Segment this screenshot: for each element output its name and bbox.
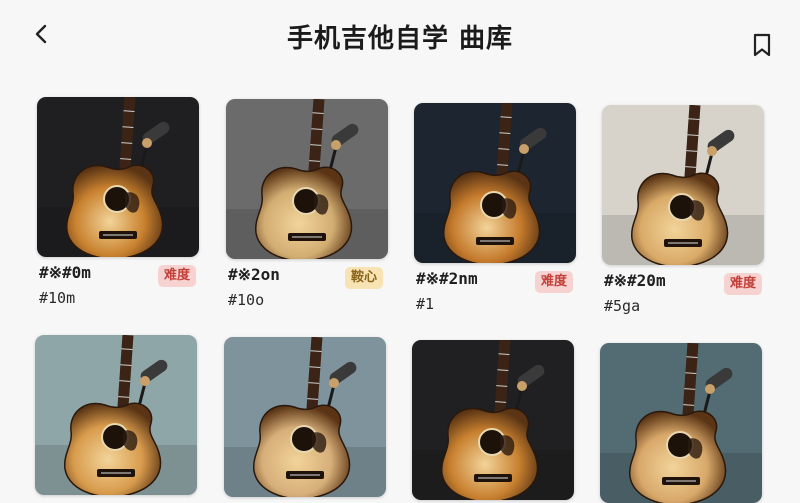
guitar-thumbnail[interactable]	[414, 103, 576, 263]
difficulty-badge: 难度	[158, 265, 197, 287]
header-bar: 手机吉他自学 曲库	[0, 0, 800, 80]
guitar-thumbnail[interactable]	[600, 343, 762, 503]
guitar-thumbnail[interactable]	[412, 340, 574, 500]
bookmark-icon	[753, 33, 771, 57]
guitar-image	[35, 335, 197, 495]
guitar-thumbnail[interactable]	[37, 97, 199, 257]
difficulty-badge: 鞍心	[345, 267, 384, 289]
guitar-image	[37, 97, 199, 257]
song-subtitle: #1	[416, 295, 435, 313]
difficulty-badge: 难度	[724, 273, 763, 295]
guitar-image	[600, 343, 762, 503]
bookmark-button[interactable]	[750, 32, 774, 58]
page-title: 手机吉他自学 曲库	[286, 24, 514, 54]
guitar-image	[414, 103, 576, 263]
guitar-image	[226, 99, 388, 259]
guitar-thumbnail[interactable]	[602, 105, 764, 265]
difficulty-badge: 难度	[535, 271, 574, 293]
guitar-thumbnail[interactable]	[226, 99, 388, 259]
guitar-image	[224, 337, 386, 497]
song-subtitle: #10m	[39, 289, 76, 307]
song-title: #※#20m	[604, 271, 666, 290]
song-title: #※2on	[228, 265, 280, 284]
guitar-image	[602, 105, 764, 265]
guitar-image	[412, 340, 574, 500]
guitar-thumbnail[interactable]	[224, 337, 386, 497]
song-title: #※#2nm	[416, 269, 478, 288]
guitar-thumbnail[interactable]	[35, 335, 197, 495]
song-subtitle: #5ga	[604, 297, 641, 315]
song-title: #※#0m	[39, 263, 91, 282]
song-subtitle: #10o	[228, 291, 265, 309]
